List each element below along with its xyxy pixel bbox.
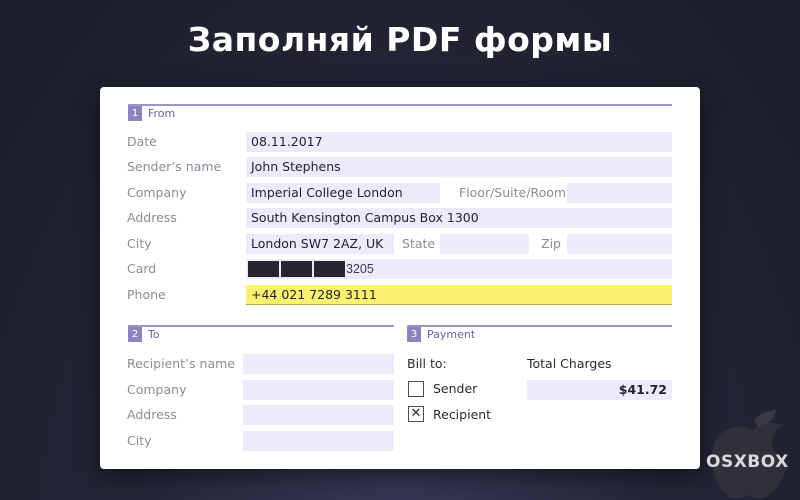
state-label: State [402, 236, 436, 251]
sender-name-field[interactable]: John Stephens [246, 157, 672, 177]
apple-logo-icon [711, 410, 788, 499]
to-section-divider [128, 325, 394, 327]
sender-name-label: Sender’s name [127, 159, 222, 174]
card-label: Card [127, 261, 157, 276]
sender-option-label: Sender [433, 381, 478, 396]
recipient-name-label: Recipient’s name [127, 356, 235, 371]
date-label: Date [127, 134, 157, 149]
date-field[interactable]: 08.11.2017 [246, 132, 672, 152]
total-charges-label: Total Charges [527, 356, 612, 371]
payment-section-title: Payment [427, 328, 476, 341]
recipient-city-label: City [127, 433, 152, 448]
city-field[interactable]: London SW7 2AZ, UK [246, 234, 394, 254]
pdf-form-card: 1 From Date 08.11.2017 Sender’s name Joh… [100, 87, 700, 469]
phone-field[interactable]: +44 021 7289 3111 [246, 285, 672, 305]
state-field[interactable] [440, 234, 529, 254]
total-charges-field[interactable]: $41.72 [527, 380, 672, 400]
recipient-address-label: Address [127, 407, 177, 422]
recipient-name-field[interactable] [243, 354, 394, 374]
page-headline: Заполняй PDF формы [187, 20, 613, 59]
from-section-number: 1 [128, 106, 142, 121]
payment-section-number: 3 [407, 327, 421, 342]
phone-label: Phone [127, 287, 166, 302]
recipient-checkbox[interactable]: ✕ [408, 406, 424, 422]
sender-checkbox[interactable] [408, 381, 424, 397]
card-number-field[interactable]: 3205 [246, 259, 672, 279]
zip-label: Zip [541, 236, 561, 251]
card-last-digits: 3205 [346, 262, 374, 276]
recipient-address-field[interactable] [243, 405, 394, 425]
to-section-number: 2 [128, 327, 142, 342]
address-label: Address [127, 210, 177, 225]
zip-field[interactable] [567, 234, 672, 254]
floor-suite-room-field[interactable] [567, 183, 672, 203]
card-redacted-block [281, 261, 312, 277]
address-field[interactable]: South Kensington Campus Box 1300 [246, 208, 672, 228]
company-field[interactable]: Imperial College London [246, 183, 440, 203]
recipient-city-field[interactable] [243, 431, 394, 451]
card-redacted-block [248, 261, 279, 277]
bill-to-label: Bill to: [407, 356, 447, 371]
recipient-option-label: Recipient [433, 407, 492, 422]
company-label: Company [127, 185, 187, 200]
recipient-company-field[interactable] [243, 380, 394, 400]
recipient-company-label: Company [127, 382, 187, 397]
to-section-title: To [148, 328, 160, 341]
card-redacted-block [314, 261, 345, 277]
city-label: City [127, 236, 152, 251]
floor-suite-room-label: Floor/Suite/Room [459, 185, 567, 200]
from-section-title: From [148, 107, 176, 120]
watermark-text: OSXBOX [706, 452, 789, 472]
from-section-divider [128, 104, 672, 106]
